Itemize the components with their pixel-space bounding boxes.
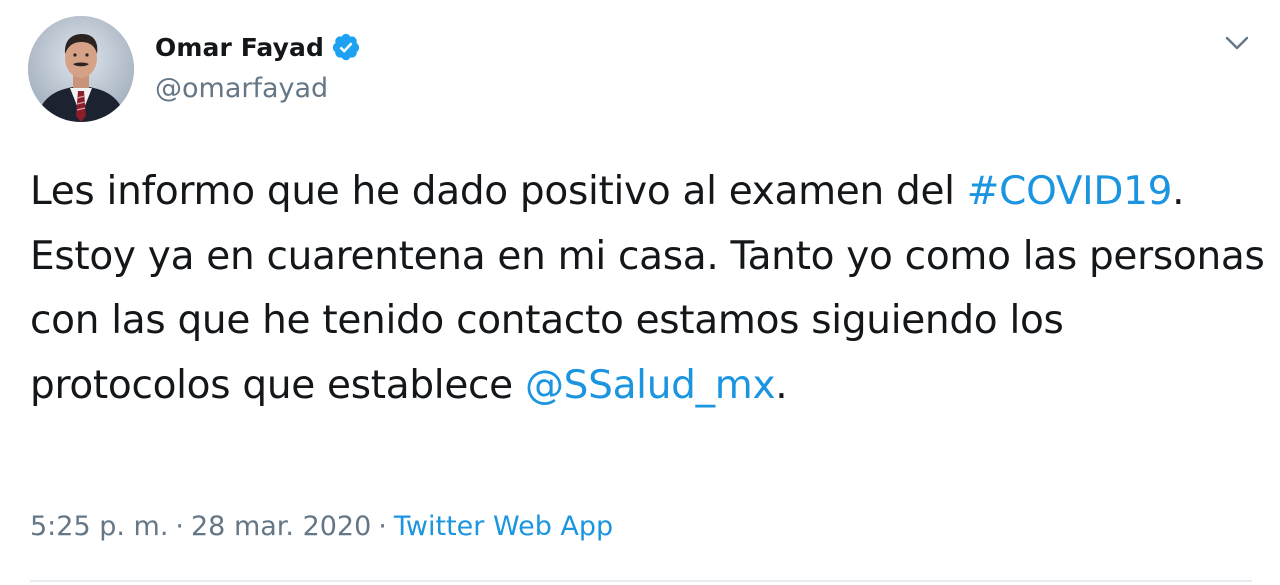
tweet-source-link[interactable]: Twitter Web App: [394, 511, 613, 542]
author-handle[interactable]: @omarfayad: [155, 73, 361, 104]
tweet-text-part1: Les informo que he dado positivo al exam…: [30, 169, 967, 214]
tweet-text-part3: .: [775, 362, 788, 408]
author-name[interactable]: Omar Fayad: [155, 33, 324, 62]
meta-separator: ·: [175, 511, 184, 542]
avatar[interactable]: [28, 16, 134, 122]
meta-separator: ·: [378, 511, 387, 542]
divider: [30, 580, 1252, 582]
tweet-card: Omar Fayad @omarfayad Les informo que he…: [0, 0, 1280, 585]
author-block: Omar Fayad @omarfayad: [155, 27, 361, 104]
author-name-row[interactable]: Omar Fayad: [155, 27, 361, 67]
chevron-down-icon[interactable]: [1220, 28, 1254, 58]
mention-link[interactable]: @SSalud_mx: [525, 363, 776, 408]
tweet-date[interactable]: 28 mar. 2020: [191, 511, 371, 542]
hashtag-link[interactable]: #COVID19: [967, 169, 1173, 214]
tweet-time[interactable]: 5:25 p. m.: [30, 511, 168, 542]
verified-badge-icon: [331, 32, 361, 62]
tweet-meta: 5:25 p. m. · 28 mar. 2020 · Twitter Web App: [30, 511, 613, 542]
profile-photo-image: [28, 16, 134, 122]
tweet-text: Les informo que he dado positivo al exam…: [30, 160, 1265, 418]
